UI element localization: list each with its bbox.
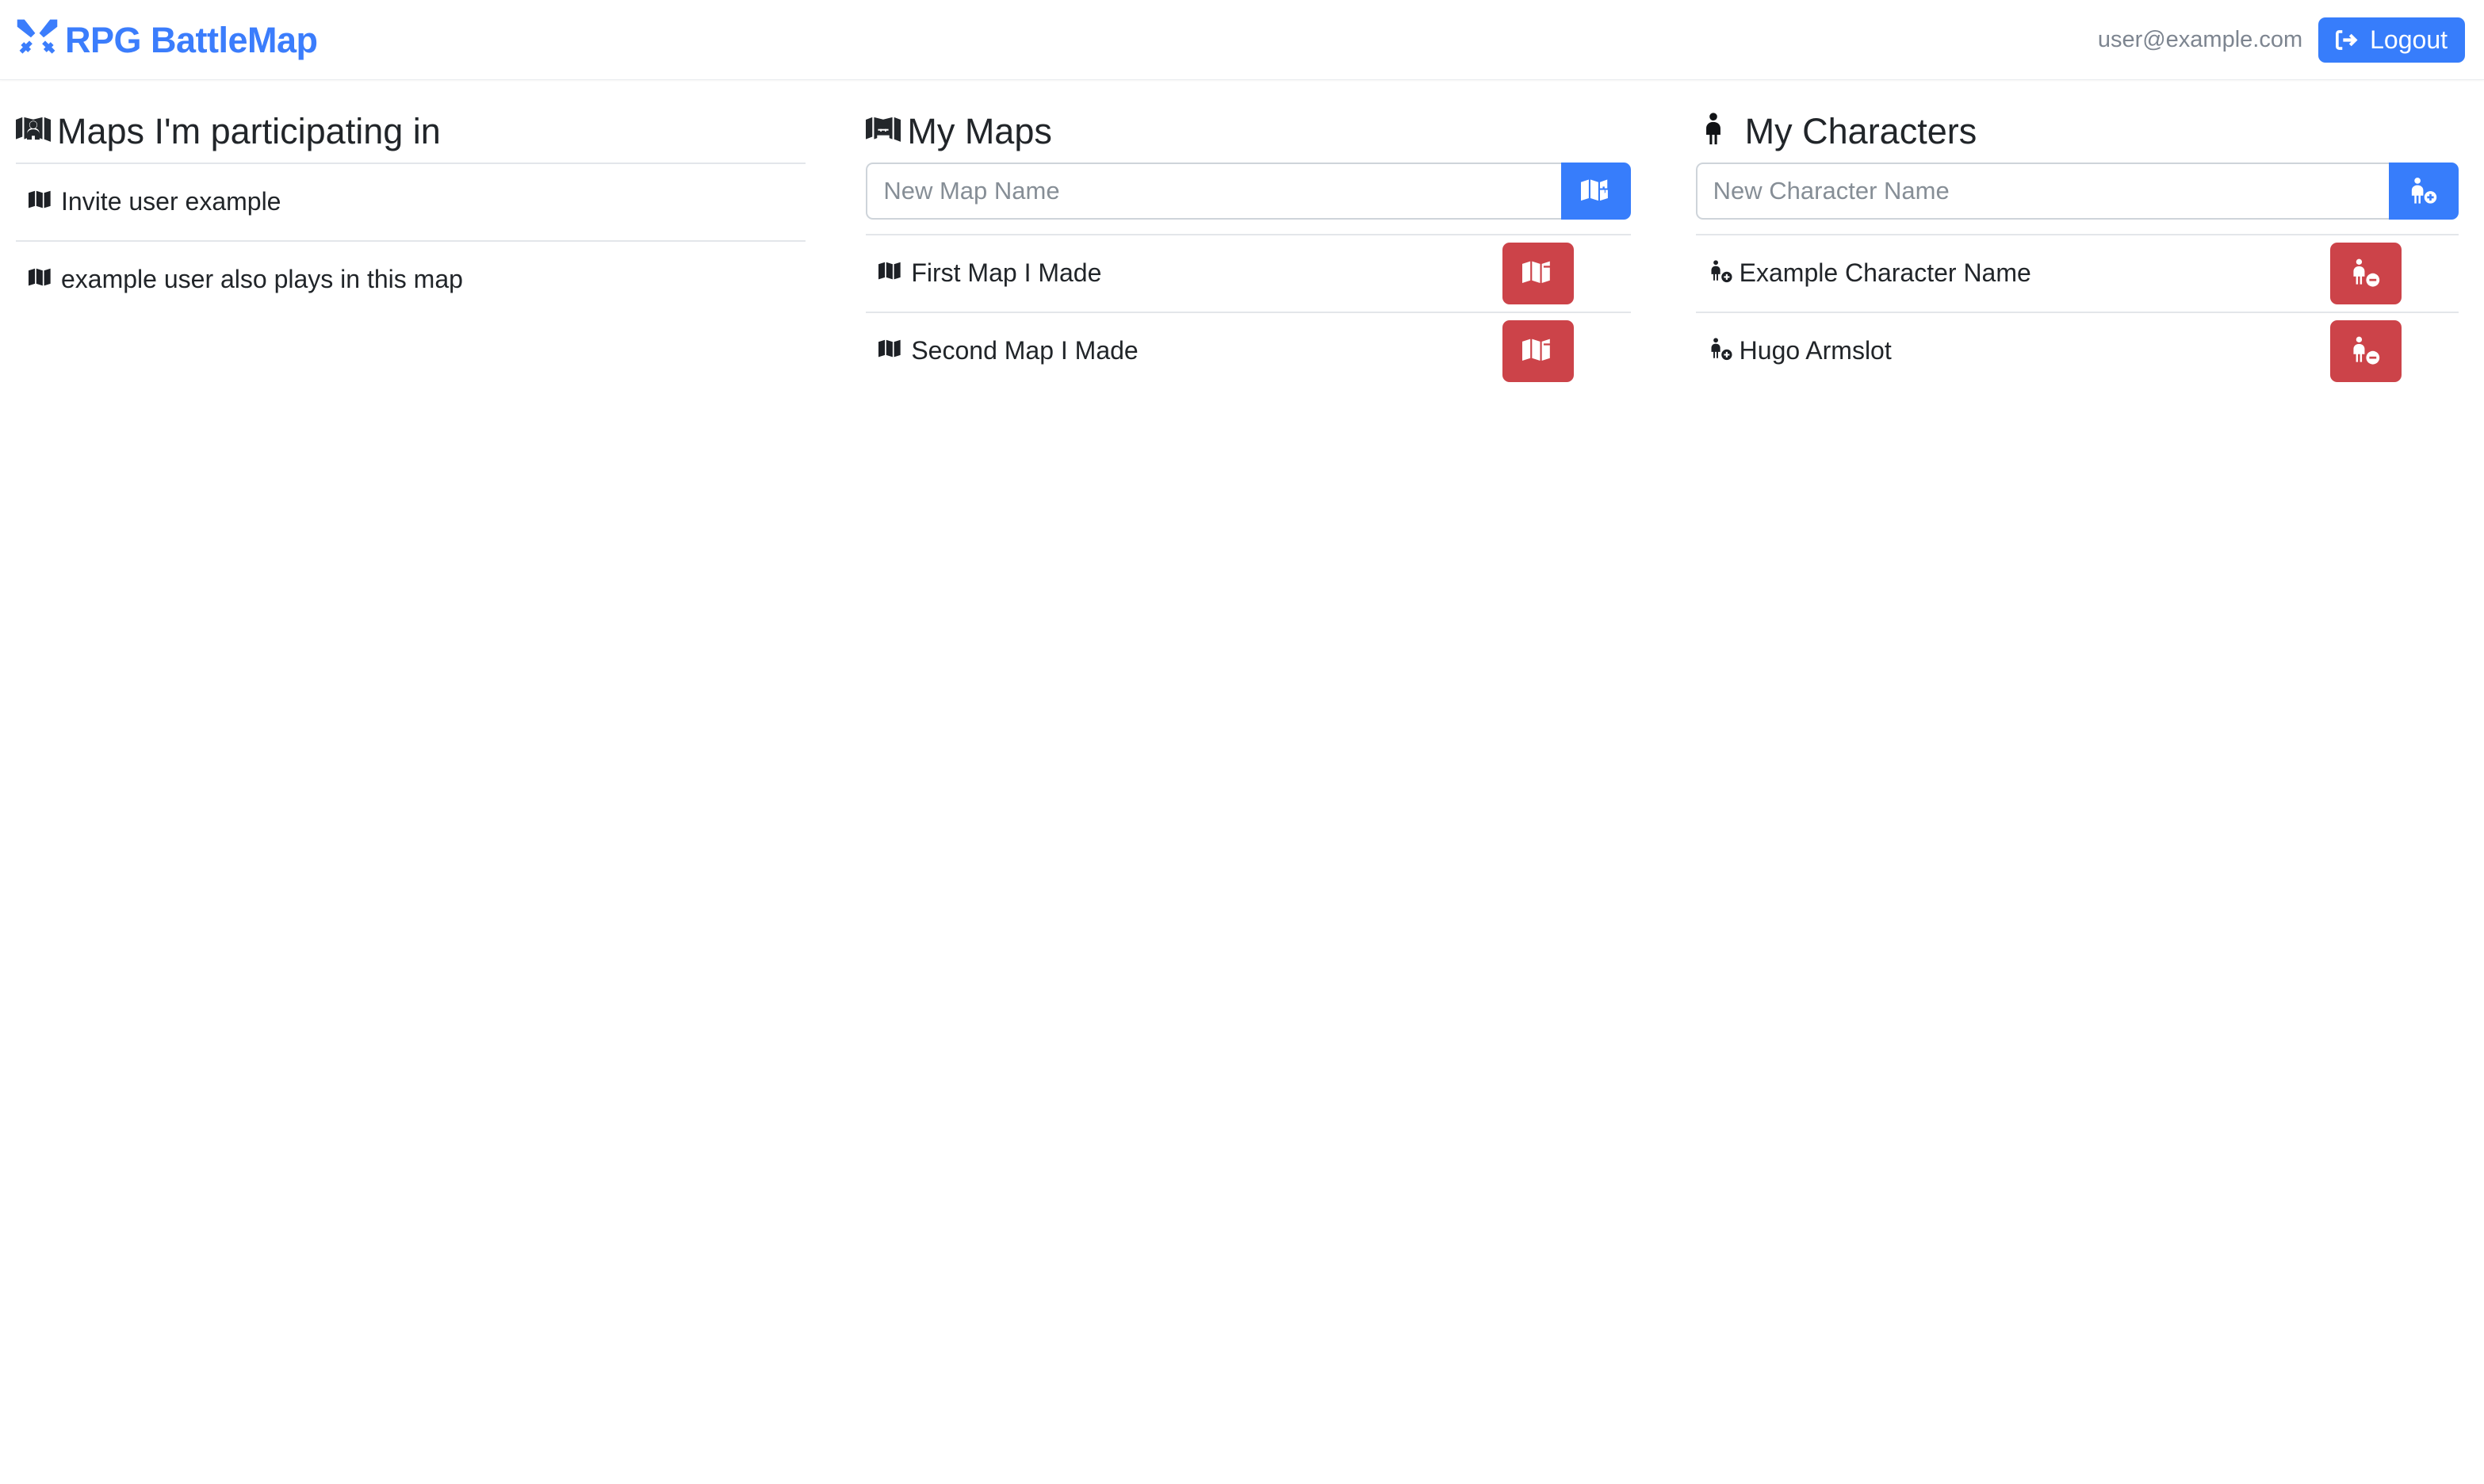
person-minus-icon xyxy=(2350,335,2381,366)
table-row[interactable]: Second Map I Made xyxy=(866,312,1630,389)
new-map-name-input[interactable] xyxy=(866,163,1560,220)
my-maps-title: My Maps xyxy=(907,112,1052,151)
participating-maps-title: Maps I'm participating in xyxy=(57,112,441,151)
participating-maps-panel: Maps I'm participating in Invite user ex… xyxy=(0,112,828,318)
table-row[interactable]: Hugo Armslot xyxy=(1696,312,2459,389)
top-navbar: RPG BattleMap user@example.com Logout xyxy=(0,0,2484,80)
delete-map-button[interactable] xyxy=(1502,243,1574,304)
map-with-person-icon xyxy=(16,112,51,151)
crossed-swords-icon xyxy=(14,17,60,63)
folded-map-icon xyxy=(878,259,903,288)
map-minus-icon xyxy=(1522,258,1553,289)
list-item[interactable]: Invite user example xyxy=(16,163,806,240)
new-character-name-input[interactable] xyxy=(1696,163,2389,220)
brand-logo-link[interactable]: RPG BattleMap xyxy=(14,17,318,63)
logout-button-label: Logout xyxy=(2370,27,2448,52)
map-plus-icon xyxy=(1581,176,1611,206)
my-maps-list: First Map I Made xyxy=(866,234,1630,389)
new-character-input-group xyxy=(1696,163,2459,220)
brand-name: RPG BattleMap xyxy=(65,22,318,58)
person-plus-icon xyxy=(1709,259,1733,288)
new-map-input-group xyxy=(866,163,1630,220)
map-minus-icon xyxy=(1522,335,1553,366)
participating-maps-list: Invite user example example user also pl… xyxy=(16,163,806,318)
delete-map-button[interactable] xyxy=(1502,320,1574,382)
character-name-label: Hugo Armslot xyxy=(1740,335,1892,365)
map-name-label: First Map I Made xyxy=(911,258,1101,288)
list-item-label: Invite user example xyxy=(61,186,281,216)
navbar-right-group: user@example.com Logout xyxy=(2098,17,2465,63)
my-characters-panel: My Characters xyxy=(1656,112,2484,389)
my-maps-panel: My Maps xyxy=(828,112,1655,389)
person-icon xyxy=(1696,112,1731,151)
table-row[interactable]: Example Character Name xyxy=(1696,234,2459,312)
my-characters-title: My Characters xyxy=(1745,112,1977,151)
person-plus-icon xyxy=(2409,176,2439,206)
add-map-button[interactable] xyxy=(1561,163,1631,220)
participating-maps-header: Maps I'm participating in xyxy=(16,112,806,151)
main-content: Maps I'm participating in Invite user ex… xyxy=(0,80,2484,389)
sign-out-icon xyxy=(2334,27,2360,53)
my-maps-header: My Maps xyxy=(866,112,1630,151)
my-characters-list: Example Character Name xyxy=(1696,234,2459,389)
delete-character-button[interactable] xyxy=(2330,320,2402,382)
table-row[interactable]: First Map I Made xyxy=(866,234,1630,312)
folded-map-icon xyxy=(878,337,903,365)
folded-map-icon xyxy=(29,188,53,216)
logout-button[interactable]: Logout xyxy=(2318,17,2465,63)
character-name-label: Example Character Name xyxy=(1740,258,2031,288)
my-characters-header: My Characters xyxy=(1696,112,2459,151)
folded-map-icon xyxy=(29,266,53,294)
map-with-briefcase-icon xyxy=(866,112,901,151)
user-email: user@example.com xyxy=(2098,27,2302,53)
person-minus-icon xyxy=(2350,258,2381,289)
delete-character-button[interactable] xyxy=(2330,243,2402,304)
list-item-label: example user also plays in this map xyxy=(61,264,463,294)
person-plus-icon xyxy=(1709,337,1733,365)
list-item[interactable]: example user also plays in this map xyxy=(16,240,806,318)
add-character-button[interactable] xyxy=(2389,163,2459,220)
map-name-label: Second Map I Made xyxy=(911,335,1138,365)
